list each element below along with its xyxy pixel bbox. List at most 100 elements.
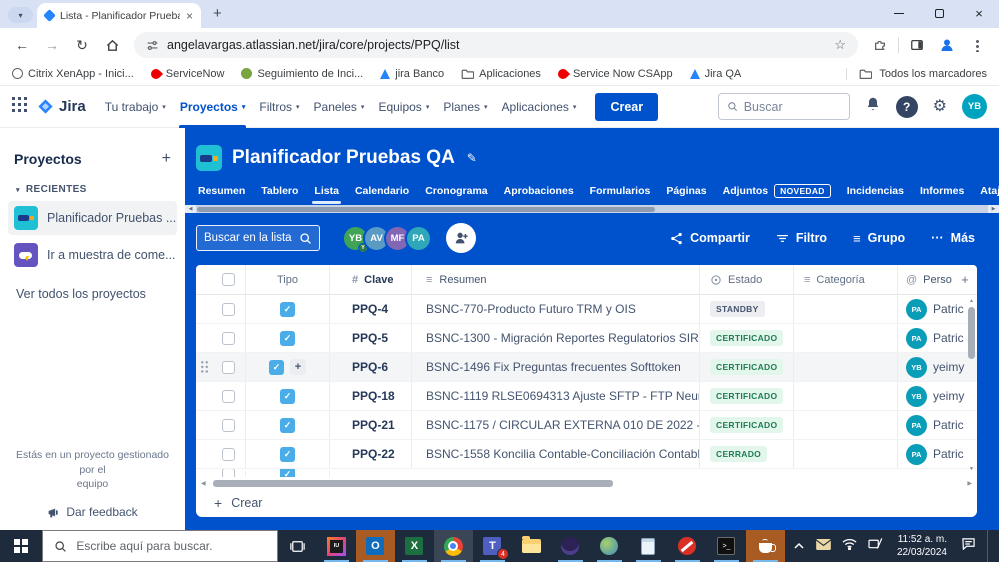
taskbar-search[interactable]: [42, 530, 278, 562]
reload-button[interactable]: ↻: [70, 33, 94, 57]
close-button[interactable]: ×: [959, 0, 999, 26]
status-badge[interactable]: CERTIFICADO: [710, 330, 784, 346]
global-search[interactable]: [717, 93, 850, 120]
table-horizontal-scrollbar[interactable]: ◀ ▶: [196, 477, 977, 489]
tab-cronograma[interactable]: Cronograma: [423, 181, 489, 204]
nav-item-equipos[interactable]: Equipos ▾: [371, 86, 436, 128]
issue-summary[interactable]: BSNC-770-Producto Futuro TRM y OIS: [412, 295, 700, 323]
tab-aprobaciones[interactable]: Aprobaciones: [502, 181, 576, 204]
tab-adjuntos[interactable]: Adjuntos NOVEDAD: [721, 180, 833, 204]
table-row[interactable]: ✓ PPQ-4 BSNC-770-Producto Futuro TRM y O…: [196, 295, 977, 324]
task-view-button[interactable]: [278, 530, 317, 562]
bookmark-citrix[interactable]: Citrix XenApp - Inici...: [12, 68, 134, 80]
tray-expand-button[interactable]: [793, 537, 805, 555]
bookmark-jira-banco[interactable]: jira Banco: [380, 68, 444, 80]
scroll-left-icon[interactable]: ◀: [201, 480, 206, 487]
sidebar-project-planificador[interactable]: Planificador Pruebas ...: [8, 201, 177, 235]
bookmark-jira-qa[interactable]: Jira QA: [689, 68, 741, 80]
issue-summary[interactable]: BSNC-1300 - Migración Reportes Regulator…: [412, 324, 700, 352]
issue-person[interactable]: YB yeimy: [898, 382, 977, 410]
tab-incidencias[interactable]: Incidencias: [845, 181, 906, 204]
vertical-scrollbar-thumb[interactable]: [968, 307, 975, 359]
status-badge[interactable]: CERTIFICADO: [710, 359, 784, 375]
issue-person[interactable]: PA Patric: [898, 295, 977, 323]
row-checkbox[interactable]: [222, 360, 235, 374]
create-button[interactable]: Crear: [595, 92, 659, 121]
issue-summary[interactable]: BSNC-1496 Fix Preguntas frecuentes Softt…: [412, 353, 700, 381]
issue-category[interactable]: [794, 382, 898, 410]
row-checkbox[interactable]: [222, 389, 235, 403]
issue-person[interactable]: PA Patric: [898, 411, 977, 439]
action-center-button[interactable]: [961, 537, 976, 555]
tab-lista[interactable]: Lista: [312, 181, 341, 204]
task-type-icon[interactable]: ✓: [280, 388, 295, 404]
taskbar-app-outlook[interactable]: O: [355, 530, 395, 562]
start-button[interactable]: [0, 530, 42, 562]
settings-button[interactable]: ⚙: [933, 98, 947, 115]
row-checkbox[interactable]: [222, 418, 235, 432]
issue-category[interactable]: [794, 295, 898, 323]
table-row-partial[interactable]: ✓: [196, 469, 977, 477]
add-issue-below-button[interactable]: +: [290, 359, 306, 375]
sidebar-project-muestra[interactable]: Ir a muestra de come...: [8, 238, 177, 272]
tab-atajos[interactable]: Atajos de te: [978, 181, 999, 204]
group-button[interactable]: ≡ Grupo: [853, 231, 905, 246]
filter-button[interactable]: Filtro: [776, 231, 827, 245]
add-project-button[interactable]: +: [162, 150, 171, 168]
forward-button[interactable]: →: [40, 33, 64, 57]
horizontal-scrollbar-thumb[interactable]: [212, 479, 613, 487]
taskbar-app-ide[interactable]: IU: [317, 530, 356, 562]
issue-key[interactable]: PPQ-5: [330, 324, 412, 352]
taskbar-app-chrome[interactable]: [433, 530, 473, 562]
table-row[interactable]: ✓ PPQ-22 BSNC-1558 Koncilia Contable-Con…: [196, 440, 977, 469]
tray-mail-button[interactable]: [815, 537, 832, 555]
taskbar-app-teams[interactable]: T4: [473, 530, 512, 562]
table-row[interactable]: ✓ PPQ-21 BSNC-1175 / CIRCULAR EXTERNA 01…: [196, 411, 977, 440]
recent-section-header[interactable]: ▾ RECIENTES: [16, 184, 171, 195]
issue-summary[interactable]: BSNC-1119 RLSE0694313 Ajuste SFTP - FTP …: [412, 382, 700, 410]
tray-pen-button[interactable]: [868, 537, 883, 555]
col-estado-label[interactable]: Estado: [728, 274, 762, 286]
row-checkbox[interactable]: [222, 447, 235, 461]
issue-person[interactable]: PA Patric: [898, 324, 977, 352]
issue-category[interactable]: [794, 440, 898, 468]
site-settings-icon[interactable]: [146, 39, 159, 52]
view-all-projects-link[interactable]: Ver todos los proyectos: [16, 287, 171, 301]
taskbar-app-excel[interactable]: X: [395, 530, 434, 562]
create-issue-button[interactable]: + Crear: [196, 489, 977, 517]
taskbar-app-eclipse[interactable]: [551, 530, 590, 562]
issue-key[interactable]: PPQ-21: [330, 411, 412, 439]
help-button[interactable]: ?: [895, 95, 918, 118]
taskbar-app-java[interactable]: [745, 530, 785, 562]
bookmark-servicenow[interactable]: ServiceNow: [148, 66, 224, 81]
row-checkbox[interactable]: [222, 469, 235, 477]
taskbar-app-cmd[interactable]: >_: [707, 530, 746, 562]
status-badge[interactable]: STANDBY: [710, 301, 765, 317]
col-persona-label[interactable]: Perso: [923, 274, 952, 286]
new-tab-button[interactable]: +: [213, 5, 222, 22]
member-avatar[interactable]: PA: [405, 224, 432, 252]
side-panel-button[interactable]: [905, 33, 929, 57]
global-search-input[interactable]: [743, 99, 841, 114]
edit-title-icon[interactable]: ✎: [467, 151, 477, 165]
issue-category[interactable]: [794, 411, 898, 439]
row-checkbox[interactable]: [222, 331, 235, 345]
taskbar-app-citrix[interactable]: [590, 530, 629, 562]
jira-logo[interactable]: Jira: [37, 98, 86, 115]
table-row[interactable]: ✓ PPQ-5 BSNC-1300 - Migración Reportes R…: [196, 324, 977, 353]
tab-close-icon[interactable]: ×: [186, 9, 193, 23]
issue-key[interactable]: PPQ-22: [330, 440, 412, 468]
table-row[interactable]: ✓ PPQ-18 BSNC-1119 RLSE0694313 Ajuste SF…: [196, 382, 977, 411]
show-desktop-button[interactable]: [987, 530, 991, 562]
task-type-icon[interactable]: ✓: [280, 330, 295, 346]
taskbar-app-blocked[interactable]: [668, 530, 707, 562]
home-button[interactable]: [100, 33, 124, 57]
tray-wifi-button[interactable]: [842, 537, 857, 555]
bookmark-servicenow-csapp[interactable]: Service Now CSApp: [555, 66, 673, 81]
clock[interactable]: 11:52 a. m. 22/03/2024: [897, 533, 947, 560]
bookmark-star-icon[interactable]: ☆: [834, 37, 846, 53]
scroll-up-icon[interactable]: ▲: [968, 298, 975, 304]
bookmark-seguimiento[interactable]: Seguimiento de Inci...: [241, 68, 363, 80]
status-badge[interactable]: CERTIFICADO: [710, 417, 784, 433]
tab-resumen[interactable]: Resumen: [196, 181, 247, 204]
